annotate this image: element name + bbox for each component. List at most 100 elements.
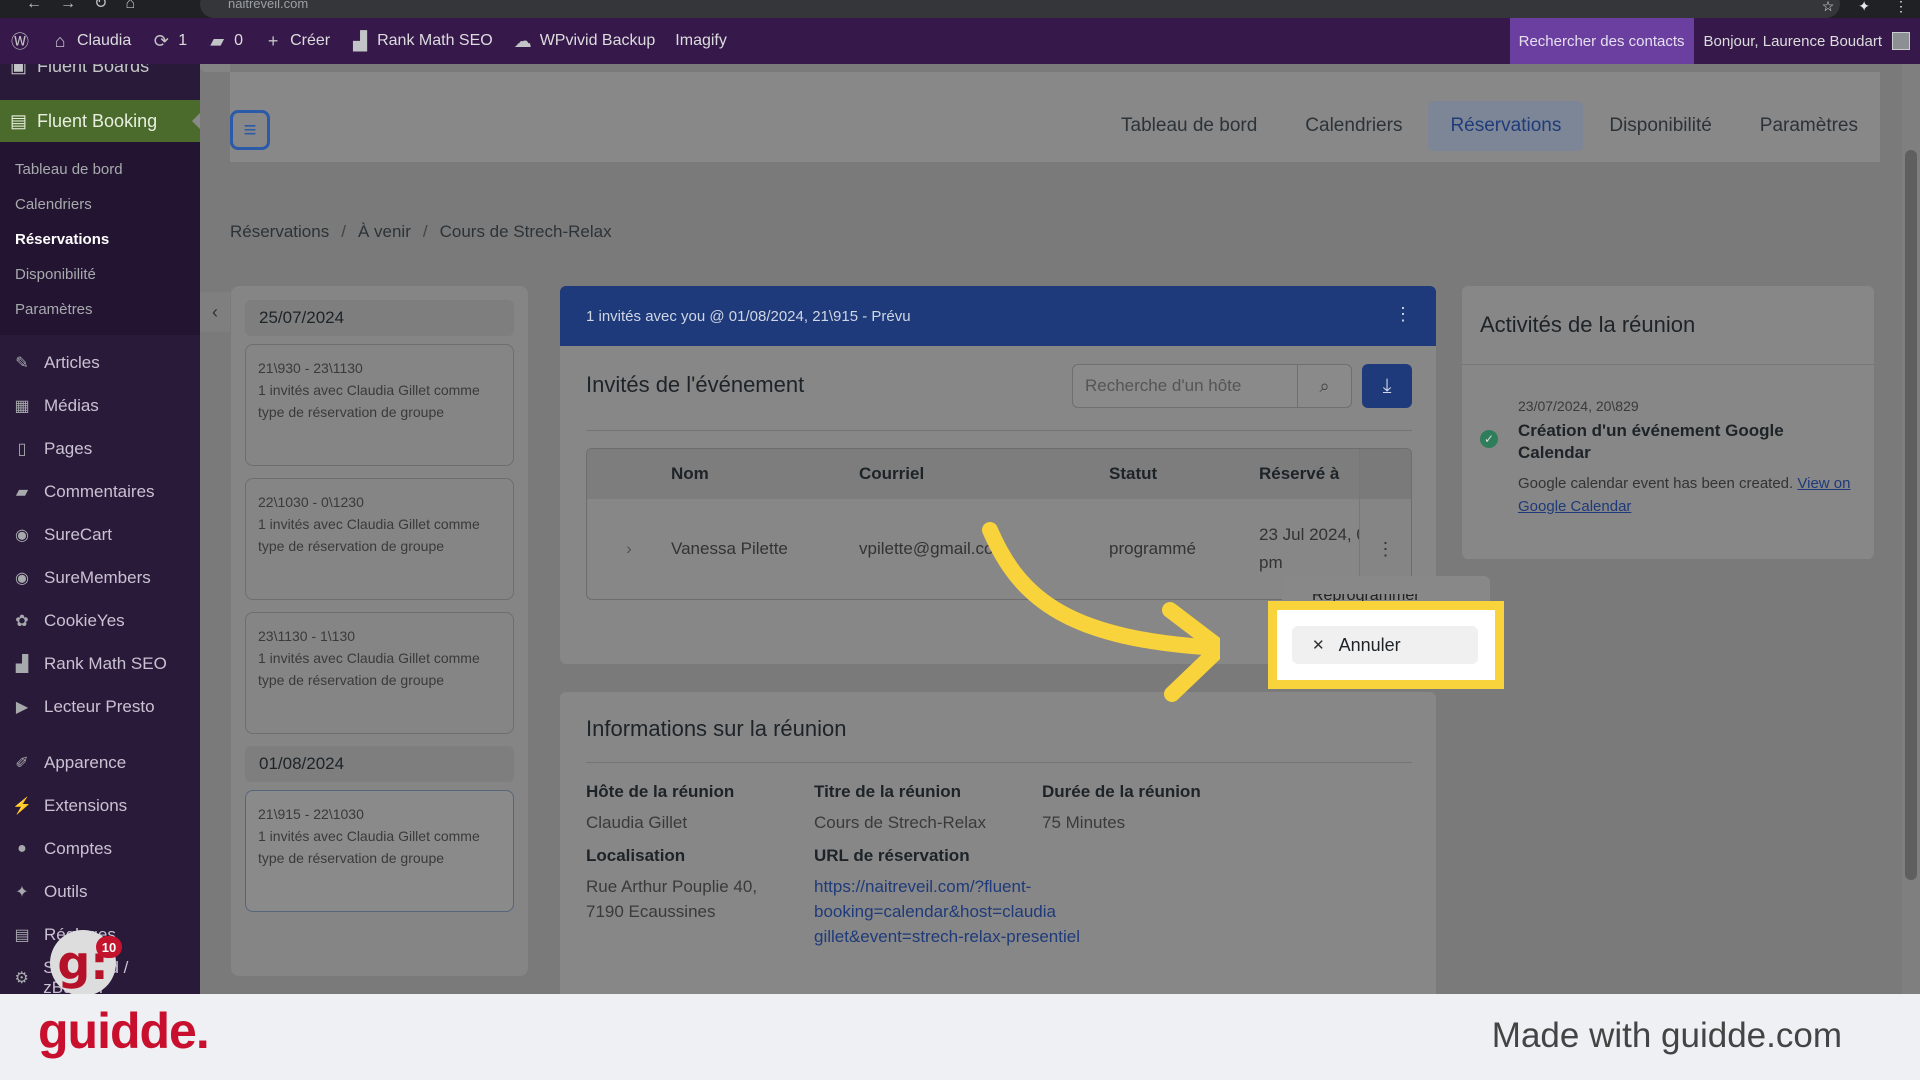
sidebar-item-presto[interactable]: ▶ Lecteur Presto <box>0 685 200 728</box>
comments-link[interactable]: ▰ 0 <box>197 18 253 64</box>
rankmath-label: Rank Math SEO <box>377 32 493 49</box>
badge-count: 10 <box>96 936 122 958</box>
guidde-logo: guidde. <box>38 1003 210 1059</box>
duration-label: Durée de la réunion <box>1042 782 1201 801</box>
bookmark-star-icon[interactable]: ☆ <box>1822 0 1835 15</box>
site-name-link[interactable]: ⌂ Claudia <box>40 18 141 64</box>
submenu-settings[interactable]: Paramètres <box>0 292 200 327</box>
page-scrollbar[interactable] <box>1902 64 1920 994</box>
wordpress-logo[interactable]: Ⓦ <box>0 18 40 64</box>
rankmath-link[interactable]: ▟ Rank Math SEO <box>340 18 503 64</box>
surecart-icon: ◉ <box>15 526 29 544</box>
slot-desc: 1 invités avec Claudia Gillet comme type… <box>258 516 480 554</box>
search-contacts-button[interactable]: Rechercher des contacts <box>1509 18 1694 64</box>
submenu-availability[interactable]: Disponibilité <box>0 257 200 292</box>
sidebar-item-plugins[interactable]: ⚡ Extensions <box>0 784 200 827</box>
avatar <box>1892 32 1910 50</box>
guidde-footer: guidde. Made with guidde.com <box>0 994 1920 1080</box>
address-bar[interactable]: naitreveil.com <box>200 0 1840 18</box>
title-group: Titre de la réunion Cours de Strech-Rela… <box>814 782 986 835</box>
sidebar-submenu: Tableau de bord Calendriers Réservations… <box>0 142 200 335</box>
sidebar-item-fluent-booking[interactable]: ▤ Fluent Booking <box>0 100 200 142</box>
greeting-text: Bonjour, Laurence Boudart <box>1703 32 1882 50</box>
browser-menu-icon[interactable]: ⋮ <box>1894 0 1908 15</box>
sidebar-item-pages[interactable]: ▯ Pages <box>0 427 200 470</box>
slot-time: 21\915 - 22\1030 <box>258 806 364 822</box>
sidebar-item-suremembers[interactable]: ◉ SureMembers <box>0 556 200 599</box>
wpvivid-link[interactable]: ☁ WPvivid Backup <box>503 18 666 64</box>
sidebar-item-surecart[interactable]: ◉ SureCart <box>0 513 200 556</box>
location-group: Localisation Rue Arthur Pouplie 40, 7190… <box>586 846 757 924</box>
info-title: Informations sur la réunion <box>586 716 847 741</box>
download-button[interactable]: ⤓ <box>1362 364 1412 408</box>
search-icon[interactable]: ⌕ <box>1297 365 1351 407</box>
wp-admin-bar: Ⓦ ⌂ Claudia ⟳ 1 ▰ 0 + Créer ▟ Rank Math SEO ☁… <box>0 18 1920 64</box>
forward-icon[interactable]: → <box>60 0 76 12</box>
expand-chevron-icon[interactable]: › <box>587 539 671 559</box>
slot-desc: 1 invités avec Claudia Gillet comme type… <box>258 650 480 688</box>
sidebar-item-cookieyes[interactable]: ✿ CookieYes <box>0 599 200 642</box>
location-line2: 7190 Ecaussines <box>586 902 716 921</box>
back-icon[interactable]: ← <box>26 0 42 12</box>
banner-text: 1 invités avec you @ 01/08/2024, 21\915 … <box>586 307 911 325</box>
duration-group: Durée de la réunion 75 Minutes <box>1042 782 1201 835</box>
comment-icon: ▰ <box>15 483 29 501</box>
sidebar-item-fluent-boards[interactable]: ▣ Fluent Boards <box>0 64 200 100</box>
url-group: URL de réservation https://naitreveil.co… <box>814 846 1084 949</box>
guest-name: Vanessa Pilette <box>671 539 788 558</box>
user-account-menu[interactable]: Bonjour, Laurence Boudart <box>1694 32 1920 50</box>
extensions-icon[interactable]: ✦ <box>1858 0 1870 15</box>
booking-url-link[interactable]: https://naitreveil.com/?fluent-booking=c… <box>814 874 1084 949</box>
slot-card-selected[interactable]: 21\915 - 22\1030 1 invités avec Claudia … <box>245 790 514 912</box>
breadcrumb-upcoming[interactable]: À venir <box>358 222 411 242</box>
slot-desc: 1 invités avec Claudia Gillet comme type… <box>258 382 480 420</box>
settings-icon: ▤ <box>14 926 30 944</box>
slot-card[interactable]: 22\1030 - 0\1230 1 invités avec Claudia … <box>245 478 514 600</box>
suremembers-icon: ◉ <box>15 569 29 587</box>
location-label: Localisation <box>586 846 686 865</box>
reload-icon[interactable]: ↻ <box>94 0 107 12</box>
slot-card[interactable]: 21\930 - 23\1130 1 invités avec Claudia … <box>245 344 514 466</box>
site-name: Claudia <box>77 32 132 49</box>
breadcrumb-reservations[interactable]: Réservations <box>230 222 329 242</box>
tab-reservations[interactable]: Réservations <box>1428 101 1584 151</box>
date-slot-list: 25/07/2024 21\930 - 23\1130 1 invités av… <box>231 286 528 976</box>
sidebar-item-media[interactable]: ▦ Médias <box>0 384 200 427</box>
download-icon: ⤓ <box>1382 374 1392 397</box>
gear-icon: ⚙ <box>14 969 29 987</box>
submenu-reservations[interactable]: Réservations <box>0 222 200 257</box>
collapse-panel-button[interactable]: ‹ <box>200 292 230 332</box>
browser-toolbar: ← → ↻ ⌂ naitreveil.com ☆ ✦ ⋮ <box>0 0 1920 18</box>
sidebar-item-rankmath[interactable]: ▟ Rank Math SEO <box>0 642 200 685</box>
new-content-link[interactable]: + Créer <box>253 18 340 64</box>
sidebar-item-tools[interactable]: ✦ Outils <box>0 870 200 913</box>
cloud-icon: ☁ <box>513 30 532 51</box>
updates-link[interactable]: ⟳ 1 <box>141 18 197 64</box>
slot-card[interactable]: 23\1130 - 1\130 1 invités avec Claudia G… <box>245 612 514 734</box>
table-header: Nom Courriel Statut Réservé à <box>587 449 1411 499</box>
imagify-link[interactable]: Imagify <box>665 18 737 64</box>
fluent-booking-logo-icon[interactable]: ≡ <box>230 110 270 150</box>
sidebar-item-articles[interactable]: ✎ Articles <box>0 341 200 384</box>
sidebar-item-appearance[interactable]: ✐ Apparence <box>0 741 200 784</box>
search-input[interactable] <box>1073 365 1293 407</box>
wp-sidebar: ▣ Fluent Boards ▤ Fluent Booking Tableau d… <box>0 64 200 994</box>
tab-dashboard[interactable]: Tableau de bord <box>1099 101 1279 151</box>
submenu-dashboard[interactable]: Tableau de bord <box>0 152 200 187</box>
updates-icon: ⟳ <box>153 30 169 51</box>
submenu-calendars[interactable]: Calendriers <box>0 187 200 222</box>
title-value: Cours de Strech-Relax <box>814 813 986 832</box>
slot-time: 23\1130 - 1\130 <box>258 628 356 644</box>
chevron-left-icon: ‹ <box>212 301 218 322</box>
tab-availability[interactable]: Disponibilité <box>1587 101 1733 151</box>
slot-time: 21\930 - 23\1130 <box>258 360 363 376</box>
sidebar-item-users[interactable]: ● Comptes <box>0 827 200 870</box>
pin-icon: ✎ <box>15 354 29 372</box>
tab-calendars[interactable]: Calendriers <box>1283 101 1424 151</box>
banner-more-icon[interactable]: ⋮ <box>1394 304 1412 325</box>
home-icon[interactable]: ⌂ <box>125 0 135 12</box>
sidebar-item-comments[interactable]: ▰ Commentaires <box>0 470 200 513</box>
tab-settings[interactable]: Paramètres <box>1738 101 1880 151</box>
duration-value: 75 Minutes <box>1042 813 1126 832</box>
cancel-menu-item[interactable]: ✕ Annuler <box>1292 626 1478 664</box>
